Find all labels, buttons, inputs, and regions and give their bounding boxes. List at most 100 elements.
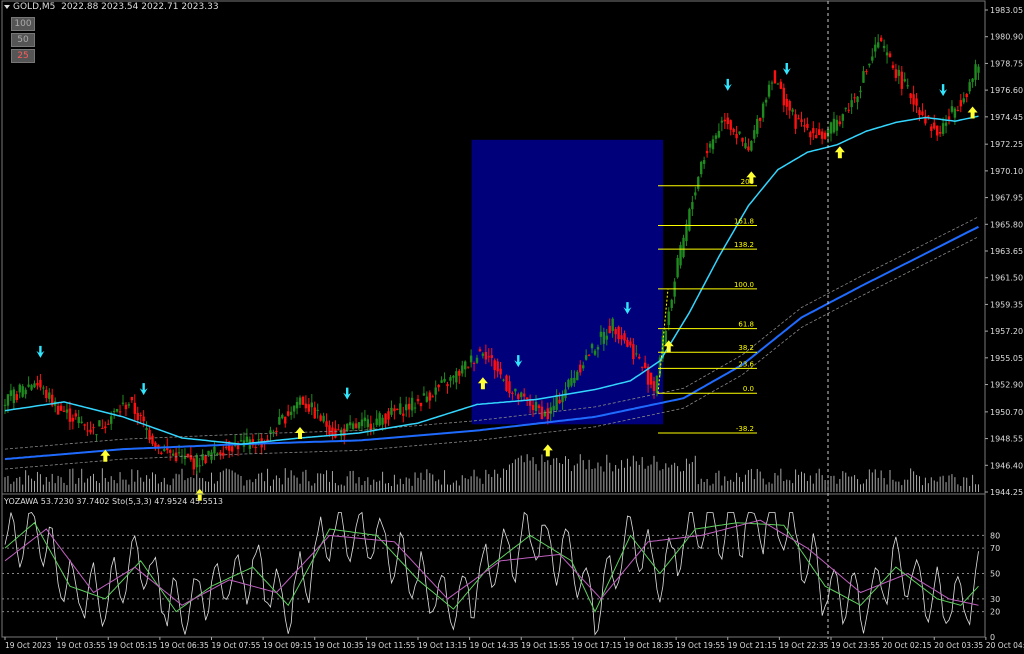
fib-level-label: 61.8 (738, 321, 754, 329)
price-bar (803, 125, 806, 127)
x-tick-label: 19 Oct 19:55 (676, 641, 725, 650)
price-bar (691, 202, 694, 210)
timeframe-button-100[interactable]: 100 (11, 17, 35, 31)
price-bar (962, 98, 965, 103)
price-bar (399, 403, 402, 415)
price-bar (275, 430, 278, 433)
price-bar (593, 350, 597, 355)
price-bar (915, 98, 918, 106)
price-bar (121, 402, 125, 404)
price-chart[interactable]: 200161.8138.2100.061.838.223.60.0-38.2 1… (0, 0, 1024, 654)
price-bar (407, 403, 411, 410)
oscillator-level-label: 30 (990, 595, 1000, 604)
price-bar (107, 423, 110, 425)
price-bar (750, 140, 753, 151)
price-bar (130, 396, 134, 401)
price-bar (959, 100, 962, 107)
price-bar (92, 427, 95, 429)
price-bar (965, 93, 968, 98)
price-bar (204, 455, 207, 464)
price-bar (287, 411, 290, 416)
chevron-down-icon[interactable] (4, 4, 10, 9)
price-bar (307, 404, 311, 412)
price-bar (767, 84, 771, 97)
price-bar (502, 379, 505, 381)
fib-level-label: 38.2 (738, 344, 754, 352)
price-bar (708, 143, 712, 148)
price-bar (83, 424, 86, 426)
price-bar (272, 431, 275, 434)
price-bar (115, 408, 119, 412)
price-bar (938, 131, 942, 134)
price-bar (567, 379, 570, 388)
price-bar (354, 423, 358, 428)
price-bar (481, 353, 485, 356)
x-tick-label: 19 Oct 21:15 (728, 641, 777, 650)
price-bar (360, 419, 364, 427)
price-bar (325, 421, 328, 427)
price-bar (570, 378, 573, 386)
y-tick-label: 1957.20 (990, 327, 1023, 336)
price-bar (930, 126, 933, 131)
x-tick-label: 19 Oct 06:35 (160, 641, 209, 650)
price-bar (292, 405, 296, 412)
y-tick-label: 1983.05 (990, 6, 1023, 15)
price-bar (313, 407, 316, 419)
price-bar (697, 177, 700, 189)
price-bar (298, 397, 302, 405)
price-bar (933, 122, 936, 129)
price-bar (820, 131, 824, 139)
price-bar (844, 107, 847, 109)
price-bar (723, 119, 726, 122)
price-bar (882, 45, 886, 49)
price-bar (700, 161, 703, 175)
price-bar (632, 344, 635, 360)
price-bar (151, 435, 154, 444)
price-bar (42, 387, 45, 389)
price-bar (496, 361, 499, 372)
price-bar (390, 407, 393, 415)
x-tick-label: 19 Oct 18:35 (625, 641, 674, 650)
arrow-up-icon (542, 444, 553, 457)
price-bar (363, 417, 367, 422)
x-tick-label: 19 Oct 23:55 (831, 641, 880, 650)
price-bar (894, 69, 898, 78)
price-bar (254, 446, 257, 448)
price-bar (278, 416, 281, 425)
price-bar (304, 403, 308, 409)
price-bar (68, 408, 72, 422)
price-bar (897, 69, 901, 76)
price-bar (24, 389, 27, 395)
price-bar (15, 394, 18, 401)
price-bar (859, 90, 862, 93)
price-bar (776, 83, 780, 85)
x-tick-label: 19 Oct 05:15 (108, 641, 157, 650)
price-bar (620, 335, 623, 340)
arrow-down-icon (36, 345, 45, 358)
price-bar (142, 416, 145, 422)
price-bar (104, 426, 107, 429)
timeframe-button-50[interactable]: 50 (11, 33, 35, 47)
price-bar (623, 333, 626, 341)
price-bar (12, 389, 16, 404)
x-tick-label: 19 Oct 10:35 (315, 641, 364, 650)
price-bar (257, 439, 260, 441)
price-bar (48, 392, 51, 399)
price-bar (912, 94, 915, 105)
price-bar (531, 404, 535, 411)
price-bar (717, 130, 721, 138)
price-bar (189, 454, 193, 460)
price-bar (537, 405, 541, 408)
price-bar (977, 66, 980, 73)
y-tick-label: 1944.25 (990, 488, 1023, 497)
price-bar (573, 377, 576, 384)
y-tick-label: 1970.10 (990, 167, 1023, 176)
price-bar (520, 392, 523, 398)
price-bar (838, 121, 842, 125)
price-bar (484, 352, 488, 360)
price-bar (891, 65, 895, 68)
timeframe-button-25[interactable]: 25 (11, 49, 35, 63)
price-bar (39, 379, 42, 388)
x-tick-label: 19 Oct 09:15 (263, 641, 312, 650)
price-bar (956, 109, 960, 111)
